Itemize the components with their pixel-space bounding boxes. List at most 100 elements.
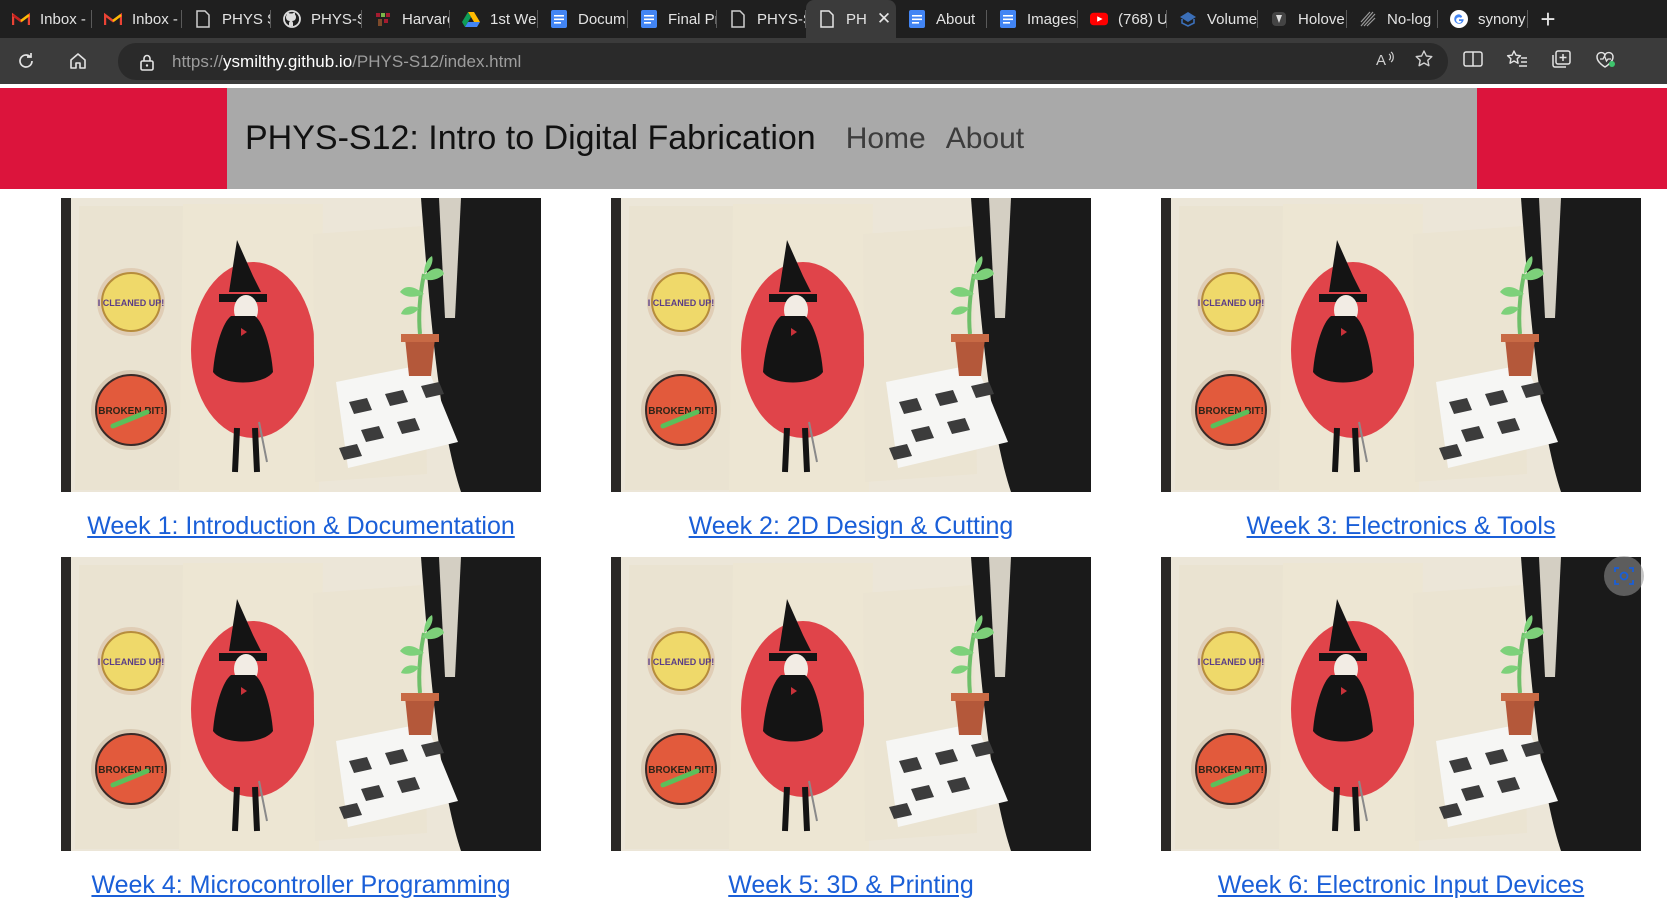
- browser-tab[interactable]: Harvarc: [362, 0, 450, 38]
- browser-tab[interactable]: PHYS S: [182, 0, 271, 38]
- svg-text:I CLEANED UP!: I CLEANED UP!: [648, 298, 715, 308]
- tab-title: PHYS-S: [311, 10, 362, 28]
- svg-text:I CLEANED UP!: I CLEANED UP!: [1198, 657, 1265, 667]
- week-card: I CLEANED UP! BROKEN BIT! Week 5: 3D & P…: [611, 557, 1091, 900]
- week-card: I CLEANED UP! BROKEN BIT! Week 6: Electr…: [1161, 557, 1641, 900]
- week-thumbnail[interactable]: I CLEANED UP! BROKEN BIT!: [61, 557, 541, 851]
- week-link[interactable]: Week 4: Microcontroller Programming: [61, 871, 541, 900]
- tab-title: Volume: [1207, 10, 1258, 28]
- browser-tab[interactable]: Inbox -: [92, 0, 182, 38]
- read-aloud-icon[interactable]: A: [1376, 50, 1396, 73]
- week-thumbnail[interactable]: I CLEANED UP! BROKEN BIT!: [61, 198, 541, 492]
- google-docs-icon: [999, 10, 1017, 28]
- week-thumbnail[interactable]: I CLEANED UP! BROKEN BIT!: [611, 198, 1091, 492]
- svg-text:BROKEN BIT!: BROKEN BIT!: [98, 765, 164, 776]
- week-link[interactable]: Week 1: Introduction & Documentation: [61, 512, 541, 541]
- svg-text:BROKEN BIT!: BROKEN BIT!: [648, 406, 714, 417]
- browser-tab[interactable]: No-log: [1347, 0, 1438, 38]
- browser-tab[interactable]: Inbox -: [0, 0, 92, 38]
- google-icon: [1450, 10, 1468, 28]
- browser-tab[interactable]: synony: [1438, 0, 1528, 38]
- browser-tab[interactable]: 1st We: [450, 0, 538, 38]
- holove-icon: [1270, 10, 1288, 28]
- nolog-icon: [1359, 10, 1377, 28]
- split-screen-icon[interactable]: [1462, 49, 1484, 74]
- collections-icon[interactable]: [1550, 49, 1572, 74]
- tab-title: PH: [846, 10, 867, 28]
- tab-title: Final Pr: [668, 10, 717, 28]
- site-banner: PHYS-S12: Intro to Digital Fabrication H…: [0, 88, 1667, 189]
- google-docs-icon: [550, 10, 568, 28]
- page-icon: [818, 10, 836, 28]
- visual-search-icon[interactable]: [1604, 556, 1644, 596]
- week-card: I CLEANED UP! BROKEN BIT! Week 2: 2D Des…: [611, 198, 1091, 541]
- toolbar-right: [1462, 38, 1616, 84]
- site-header: PHYS-S12: Intro to Digital Fabrication H…: [227, 88, 1477, 189]
- tab-title: No-log: [1387, 10, 1432, 28]
- browser-tab[interactable]: Volume: [1167, 0, 1258, 38]
- favorite-star-icon[interactable]: [1414, 49, 1434, 74]
- week-link[interactable]: Week 2: 2D Design & Cutting: [611, 512, 1091, 541]
- browser-essentials-icon[interactable]: [1594, 49, 1616, 74]
- refresh-icon[interactable]: [6, 41, 46, 81]
- google-drive-icon: [462, 10, 480, 28]
- week-link[interactable]: Week 5: 3D & Printing: [611, 871, 1091, 900]
- volume-icon: [1179, 10, 1197, 28]
- page-icon: [194, 10, 212, 28]
- week-link[interactable]: Week 6: Electronic Input Devices: [1161, 871, 1641, 900]
- browser-tab[interactable]: PHYS-S: [717, 0, 806, 38]
- week-thumbnail[interactable]: I CLEANED UP! BROKEN BIT!: [1161, 557, 1641, 851]
- browser-tab-active[interactable]: PH ✕: [806, 0, 896, 38]
- browser-toolbar: https://ysmilthy.github.io/PHYS-S12/inde…: [0, 38, 1667, 84]
- page-icon: [729, 10, 747, 28]
- lock-icon[interactable]: [138, 53, 156, 71]
- week-card: I CLEANED UP! BROKEN BIT! Week 1: Introd…: [61, 198, 541, 541]
- home-icon[interactable]: [58, 41, 98, 81]
- svg-text:I CLEANED UP!: I CLEANED UP!: [648, 657, 715, 667]
- browser-tab[interactable]: PHYS-S: [271, 0, 362, 38]
- url-prefix: https://: [172, 51, 224, 71]
- week-card: I CLEANED UP! BROKEN BIT! Week 3: Electr…: [1161, 198, 1641, 541]
- tab-title: Inbox -: [40, 10, 86, 28]
- week-thumbnail[interactable]: I CLEANED UP! BROKEN BIT!: [611, 557, 1091, 851]
- svg-text:I CLEANED UP!: I CLEANED UP!: [98, 298, 165, 308]
- page-content: PHYS-S12: Intro to Digital Fabrication H…: [0, 88, 1667, 912]
- url-text: https://ysmilthy.github.io/PHYS-S12/inde…: [172, 52, 521, 72]
- youtube-icon: [1090, 10, 1108, 28]
- address-bar[interactable]: https://ysmilthy.github.io/PHYS-S12/inde…: [118, 43, 1448, 80]
- site-title: PHYS-S12: Intro to Digital Fabrication: [245, 119, 816, 157]
- browser-tab[interactable]: Holove: [1258, 0, 1347, 38]
- browser-tab[interactable]: (768) U: [1078, 0, 1167, 38]
- url-host: ysmilthy.github.io: [223, 51, 353, 71]
- nav-link-about[interactable]: About: [946, 122, 1024, 156]
- new-tab-button[interactable]: +: [1528, 0, 1568, 38]
- tab-title: PHYS S: [222, 10, 271, 28]
- tab-title: PHYS-S: [757, 10, 806, 28]
- browser-tab[interactable]: Docum: [538, 0, 628, 38]
- tab-title: Images: [1027, 10, 1077, 28]
- tab-title: Inbox -: [132, 10, 178, 28]
- url-path: /PHYS-S12/index.html: [352, 51, 522, 71]
- tab-strip: Inbox - Inbox - PHYS S PHYS-S Harvarc 1s…: [0, 0, 1667, 38]
- harvard-icon: [374, 10, 392, 28]
- svg-text:BROKEN BIT!: BROKEN BIT!: [1198, 406, 1264, 417]
- svg-text:I CLEANED UP!: I CLEANED UP!: [1198, 298, 1265, 308]
- tab-title: Harvarc: [402, 10, 450, 28]
- gmail-icon: [12, 10, 30, 28]
- week-thumbnail[interactable]: I CLEANED UP! BROKEN BIT!: [1161, 198, 1641, 492]
- svg-text:BROKEN BIT!: BROKEN BIT!: [1198, 765, 1264, 776]
- nav-link-home[interactable]: Home: [846, 122, 926, 156]
- tab-title: Holove: [1298, 10, 1345, 28]
- svg-text:A: A: [1376, 52, 1386, 68]
- browser-tab[interactable]: About: [896, 0, 987, 38]
- tab-title: About: [936, 10, 976, 28]
- google-docs-icon: [908, 10, 926, 28]
- week-link[interactable]: Week 3: Electronics & Tools: [1161, 512, 1641, 541]
- favorites-icon[interactable]: [1506, 49, 1528, 74]
- tab-title: Docum: [578, 10, 626, 28]
- browser-tab[interactable]: Images: [987, 0, 1078, 38]
- close-tab-icon[interactable]: ✕: [877, 9, 891, 29]
- gmail-icon: [104, 10, 122, 28]
- svg-text:BROKEN BIT!: BROKEN BIT!: [98, 406, 164, 417]
- browser-tab[interactable]: Final Pr: [628, 0, 717, 38]
